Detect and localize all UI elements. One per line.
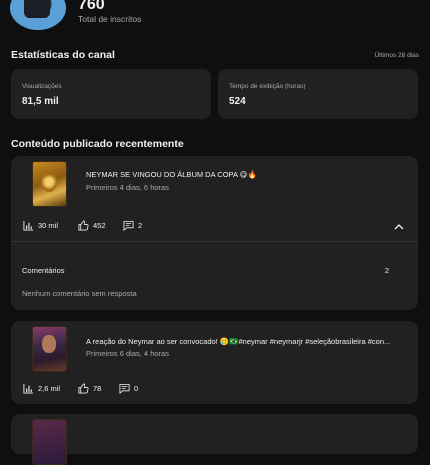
video-title[interactable]: A reação do Neymar ao ser convocado! 🥲🇧🇷… — [86, 337, 408, 346]
divider — [11, 241, 418, 242]
avatar[interactable] — [10, 0, 66, 30]
chevron-up-icon[interactable] — [392, 220, 406, 234]
video-age: Primeiros 6 dias, 4 horas — [86, 349, 169, 358]
views-value: 81,5 mil — [22, 96, 59, 107]
comments-value: 0 — [134, 384, 139, 393]
stats-period: Últimos 28 dias — [374, 52, 419, 59]
stats-title: Estatísticas do canal — [11, 49, 115, 61]
views-label: Visualizações — [22, 83, 62, 90]
video-title[interactable]: NEYMAR SE VINGOU DO ÁLBUM DA COPA 😋🔥 — [86, 170, 406, 179]
video-age: Primeiros 4 dias, 6 horas — [86, 183, 169, 192]
watch-time-card[interactable]: Tempo de exibição (horas) 524 — [218, 69, 418, 119]
views-value: 2,6 mil — [38, 384, 61, 393]
watch-time-value: 524 — [229, 96, 246, 107]
video-card[interactable]: NEYMAR SE VINGOU DO ÁLBUM DA COPA 😋🔥 Pri… — [11, 156, 418, 310]
video-thumbnail[interactable] — [32, 161, 67, 207]
video-card[interactable] — [11, 414, 418, 465]
channel-header: 760 Total de inscritos — [0, 0, 430, 36]
comment-icon — [123, 220, 134, 231]
comments-count: 2 — [384, 266, 389, 275]
views-card[interactable]: Visualizações 81,5 mil — [11, 69, 211, 119]
comments-metric: 0 — [119, 383, 138, 394]
likes-value: 452 — [93, 221, 106, 230]
thumbs-up-icon — [78, 220, 89, 231]
comment-icon — [119, 383, 130, 394]
comments-value: 2 — [138, 221, 143, 230]
video-thumbnail[interactable] — [32, 419, 67, 465]
likes-metric: 452 — [78, 220, 106, 231]
watch-time-label: Tempo de exibição (horas) — [229, 83, 306, 90]
subscriber-label: Total de inscritos — [78, 14, 142, 24]
comments-metric: 2 — [123, 220, 142, 231]
recent-title: Conteúdo publicado recentemente — [11, 138, 184, 150]
thumbs-up-icon — [78, 383, 89, 394]
video-card[interactable]: A reação do Neymar ao ser convocado! 🥲🇧🇷… — [11, 321, 418, 404]
subscriber-count: 760 — [78, 0, 105, 13]
bar-chart-icon — [23, 220, 34, 231]
bar-chart-icon — [23, 383, 34, 394]
no-unanswered-comments: Nenhum comentário sem resposta — [22, 289, 137, 298]
likes-value: 78 — [93, 384, 102, 393]
comments-label: Comentários — [22, 266, 65, 275]
views-value: 30 mil — [38, 221, 59, 230]
views-metric: 30 mil — [23, 220, 58, 231]
video-thumbnail[interactable] — [32, 326, 67, 372]
views-metric: 2,6 mil — [23, 383, 60, 394]
likes-metric: 78 — [78, 383, 101, 394]
